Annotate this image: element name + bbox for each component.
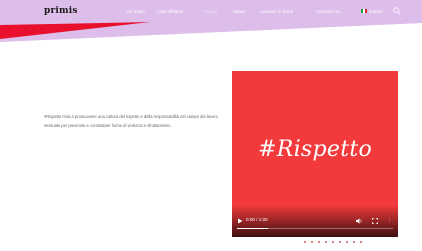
decorative-dots [304, 241, 362, 243]
decorative-dot [346, 241, 348, 243]
top-navbar: primis Chi siamo Cosa offriamo ⌵ Progett… [0, 0, 422, 22]
decorative-dot [311, 241, 313, 243]
decorative-dot [332, 241, 334, 243]
video-progress-bar[interactable] [237, 228, 393, 230]
decorative-dot [304, 241, 306, 243]
italy-flag-icon [361, 9, 367, 13]
nav-item-chi-siamo[interactable]: Chi siamo [126, 0, 145, 22]
nav-item-label: Chi siamo [126, 8, 145, 14]
nav-item-cosa-fare-se[interactable]: Cosa fare se... ⌵ [316, 0, 349, 22]
volume-icon[interactable] [356, 218, 363, 224]
decorative-dot [360, 241, 362, 243]
nav-item-lavorare-in-ticino[interactable]: Lavorare in Ticino ⌵ [260, 0, 299, 22]
language-label: Italiano [369, 8, 383, 14]
decorative-dot [318, 241, 320, 243]
video-controls: 0:00 / 1:00 ⋮ [232, 217, 398, 237]
video-progress-fill [237, 228, 269, 230]
chevron-down-icon: ⌵ [296, 9, 299, 13]
search-icon[interactable] [393, 7, 401, 15]
video-player[interactable]: #Rispetto 0:00 / 1:00 ⋮ [232, 71, 398, 237]
chevron-down-icon: ⌵ [346, 9, 349, 13]
nav-item-cosa-offriamo[interactable]: Cosa offriamo ⌵ [157, 0, 189, 22]
play-icon[interactable] [237, 218, 243, 224]
more-options-icon[interactable]: ⋮ [387, 217, 392, 223]
video-title: #Rispetto [257, 137, 373, 162]
nav-item-label: Salute [233, 8, 245, 14]
language-switcher[interactable]: Italiano [361, 0, 383, 22]
nav-item-salute[interactable]: Salute ⌵ [233, 0, 251, 22]
nav-item-label: Cosa fare se... [316, 8, 344, 14]
nav-item-label: Progetti [203, 8, 218, 14]
brand-logo[interactable]: primis [44, 6, 78, 16]
fullscreen-icon[interactable] [372, 218, 378, 224]
header-wedge-decoration [0, 22, 422, 42]
nav-item-label: Lavorare in Ticino [260, 8, 294, 14]
decorative-dot [339, 241, 341, 243]
nav-item-label: Cosa offriamo [157, 8, 183, 14]
chevron-down-icon: ⌵ [186, 9, 189, 13]
decorative-dot [353, 241, 355, 243]
intro-paragraph: #Rispetto mira a promuovere una cultura … [44, 114, 218, 128]
decorative-dot [325, 241, 327, 243]
video-time: 0:00 / 1:00 [246, 217, 268, 222]
chevron-down-icon: ⌵ [247, 9, 251, 13]
nav-item-progetti[interactable]: Progetti [203, 0, 217, 22]
